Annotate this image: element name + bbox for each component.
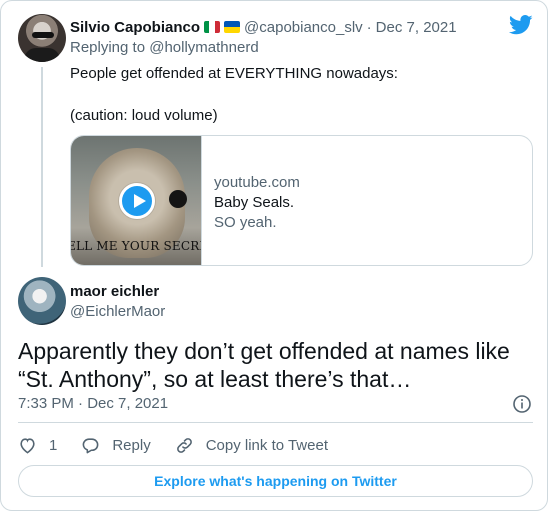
thread-line <box>41 67 43 267</box>
like-button[interactable]: 1 <box>18 436 57 455</box>
author-name[interactable]: maor eichler <box>70 283 159 300</box>
explore-button[interactable]: Explore what's happening on Twitter <box>18 465 533 497</box>
link-preview-card[interactable]: ELL ME YOUR SECRET youtube.com Baby Seal… <box>70 135 533 266</box>
header-separator: · <box>366 18 372 36</box>
link-domain: youtube.com <box>214 174 300 191</box>
seal-eye-right <box>169 190 187 208</box>
thumbnail-caption: ELL ME YOUR SECRET <box>71 239 201 253</box>
link-info: youtube.com Baby Seals. SO yeah. <box>214 173 300 233</box>
twitter-bird-icon[interactable] <box>509 15 533 35</box>
reply-icon <box>82 437 99 453</box>
avatar-glasses <box>32 32 54 38</box>
author-handle[interactable]: @EichlerMaor <box>70 303 165 320</box>
parent-text-line2: (caution: loud volume) <box>70 107 218 124</box>
tweet-embed-card: Silvio Capobianco @capobianco_slv · Dec … <box>0 0 548 511</box>
tweet-text: Apparently they don’t get offended at na… <box>18 338 510 392</box>
link-icon <box>176 437 192 453</box>
like-count: 1 <box>49 436 58 454</box>
ukraine-flag-icon <box>224 21 241 33</box>
copy-link-label: Copy link to Tweet <box>205 436 328 454</box>
play-icon[interactable] <box>119 183 155 219</box>
video-thumbnail[interactable]: ELL ME YOUR SECRET <box>71 136 202 265</box>
parent-author-name[interactable]: Silvio Capobianco <box>70 19 200 36</box>
info-icon[interactable] <box>513 395 531 413</box>
reply-label: Reply <box>112 436 151 454</box>
heart-icon <box>20 437 35 454</box>
reply-button[interactable]: Reply <box>81 436 151 455</box>
replying-to[interactable]: Replying to @hollymathnerd <box>70 39 259 56</box>
link-title: Baby Seals. <box>214 194 295 211</box>
divider <box>18 422 533 423</box>
tweet-timestamp[interactable]: 7:33 PM · Dec 7, 2021 <box>18 395 168 412</box>
author-avatar[interactable] <box>18 277 66 325</box>
parent-author-handle[interactable]: @capobianco_slv <box>244 19 363 36</box>
parent-avatar[interactable] <box>18 14 66 62</box>
action-bar: 1 Reply Copy link to Tweet <box>18 435 352 455</box>
parent-tweet-text: People get offended at EVERYTHING nowada… <box>70 63 530 126</box>
copy-link-button[interactable]: Copy link to Tweet <box>175 436 328 455</box>
parent-header: Silvio Capobianco @capobianco_slv · Dec … <box>70 17 457 37</box>
avatar-shirt <box>24 48 60 62</box>
parent-text-line1: People get offended at EVERYTHING nowada… <box>70 65 398 82</box>
italy-flag-icon <box>204 21 221 33</box>
parent-date[interactable]: Dec 7, 2021 <box>376 19 457 36</box>
link-description: SO yeah. <box>214 214 277 231</box>
